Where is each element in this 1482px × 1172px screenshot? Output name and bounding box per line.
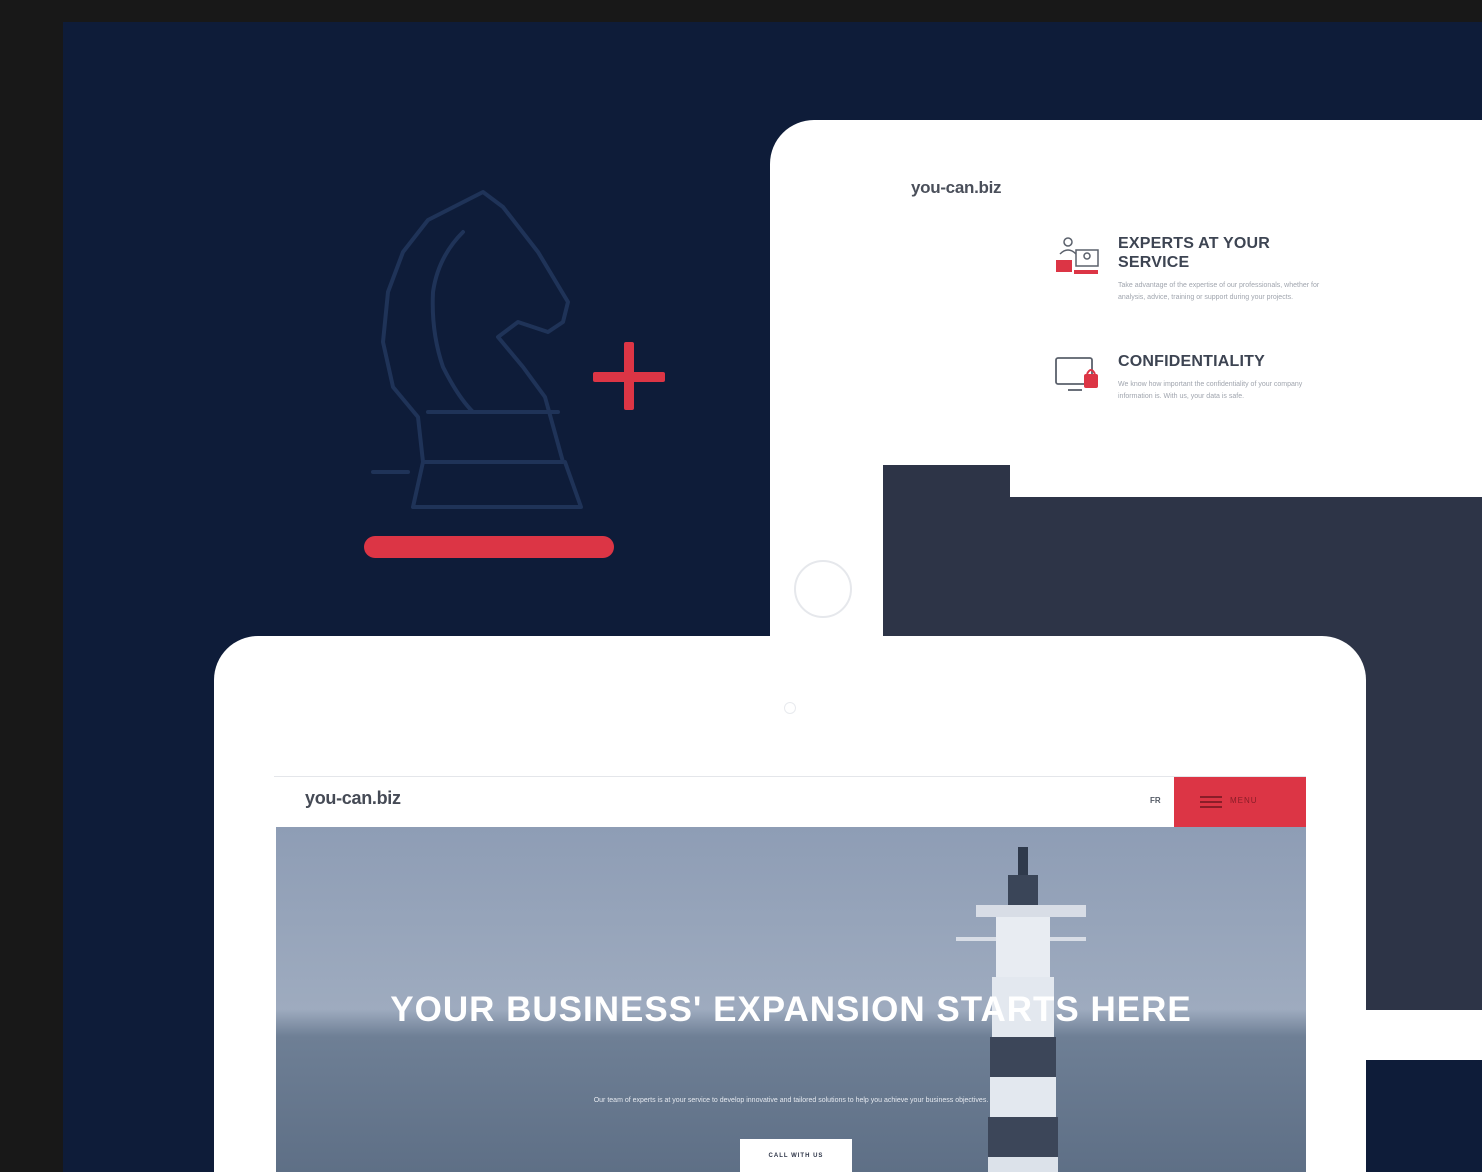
hero-title: YOUR BUSINESS' EXPANSION STARTS HERE — [390, 990, 1192, 1029]
hamburger-icon — [1200, 796, 1222, 808]
camera — [784, 702, 796, 714]
feature-text: Take advantage of the expertise of our p… — [1118, 282, 1320, 301]
hero: YOUR BUSINESS' EXPANSION STARTS HERE Our… — [276, 827, 1306, 1172]
feature-title: CONFIDENTIALITY — [1118, 353, 1265, 370]
confidentiality-monitor-lock-icon — [1055, 357, 1098, 391]
back-logo[interactable]: you-can.biz — [911, 178, 1002, 198]
menu-button[interactable]: MENU — [1174, 777, 1306, 827]
plus-icon — [593, 342, 665, 410]
panel-notch — [1010, 465, 1482, 497]
hero-subtitle: Our team of experts is at your service t… — [593, 1097, 989, 1104]
front-logo[interactable]: you-can.biz — [305, 788, 401, 809]
language-switch[interactable]: FR — [1150, 796, 1161, 805]
experts-people-icon — [1056, 237, 1099, 274]
chess-knight-icon — [364, 190, 665, 558]
home-button[interactable] — [794, 560, 852, 618]
feature-experts: EXPERTS AT YOUR SERVICE Take advantage o… — [1056, 234, 1338, 304]
menu-label: MENU — [1230, 796, 1258, 805]
cta-button[interactable]: CALL WITH US — [740, 1139, 852, 1172]
feature-text: We know how important the confidentialit… — [1118, 381, 1303, 400]
site-header: you-can.biz FR MENU — [276, 777, 1306, 827]
feature-confidentiality: CONFIDENTIALITY We know how important th… — [1055, 352, 1338, 403]
back-screen: you-can.biz EXPERTS AT YOUR SERVICE Take… — [883, 120, 1482, 500]
base-bar — [364, 536, 614, 558]
feature-title: EXPERTS AT YOUR SERVICE — [1118, 235, 1271, 271]
tablet-front: you-can.biz FR MENU YOUR BUSINESS' EXPAN… — [214, 636, 1366, 1172]
